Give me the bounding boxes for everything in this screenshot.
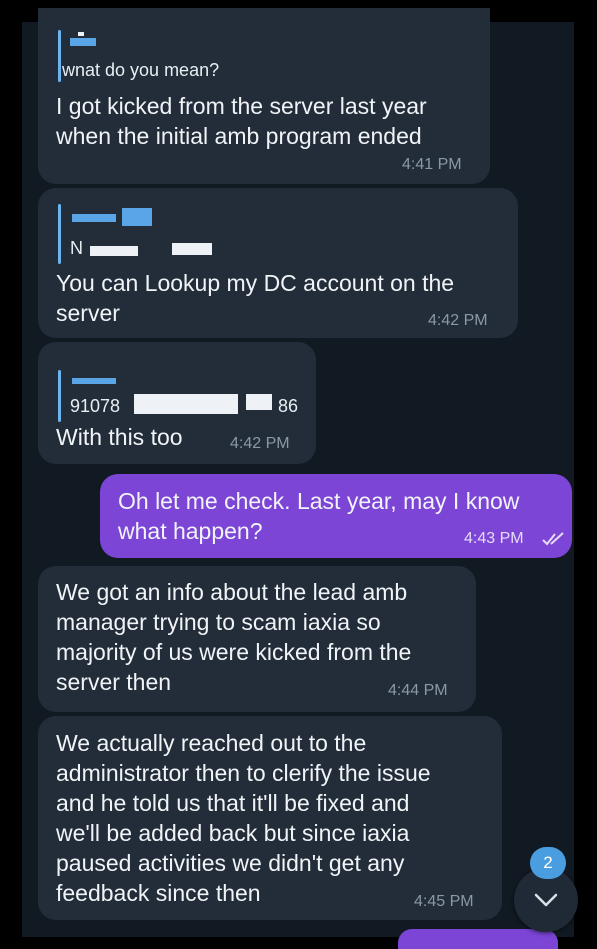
reply-quote-bar <box>58 370 61 422</box>
message-bubble-incoming[interactable]: N You can Lookup my DC account on the se… <box>38 188 518 338</box>
message-bubble-incoming[interactable]: We got an info about the lead amb manage… <box>38 566 476 712</box>
message-bubble-incoming[interactable]: We actually reached out to the administr… <box>38 716 502 920</box>
message-bubble-incoming[interactable]: wnat do you mean? I got kicked from the … <box>38 8 490 184</box>
message-time: 4:42 PM <box>428 312 488 329</box>
redacted-reply-author <box>78 32 84 36</box>
redacted-reply-text <box>134 394 238 414</box>
reply-preview-text: wnat do you mean? <box>62 60 220 80</box>
message-bubble-outgoing[interactable]: Oh let me check. Last year, may I know w… <box>100 474 572 558</box>
message-text: I got kicked from the server last year w… <box>56 93 427 149</box>
message-text: We got an info about the lead amb manage… <box>56 579 412 695</box>
message-time: 4:45 PM <box>414 893 474 910</box>
message-time: 4:44 PM <box>388 682 448 699</box>
redacted-reply-author <box>70 38 96 46</box>
redacted-reply-author <box>122 208 152 226</box>
redacted-reply-text <box>246 394 272 410</box>
screen-edge <box>574 0 597 937</box>
reply-quote-bar <box>58 204 61 264</box>
message-text: You can Lookup my DC account on the serv… <box>56 270 455 326</box>
redacted-reply-text <box>90 246 138 256</box>
reply-preview-text: N <box>70 238 83 258</box>
unread-count-badge: 2 <box>530 847 566 879</box>
message-bubble-incoming[interactable]: 91078 86 With this too 4:42 PM <box>38 342 316 464</box>
reply-preview-text: 86 <box>278 396 299 416</box>
message-time: 4:41 PM <box>402 156 462 173</box>
chevron-down-icon <box>534 893 558 907</box>
reply-quote-bar <box>58 30 61 82</box>
read-check-icon <box>542 532 564 546</box>
redacted-reply-author <box>72 214 116 222</box>
message-time: 4:43 PM <box>464 530 524 547</box>
reply-preview-text: 91078 <box>70 396 121 416</box>
message-text: We actually reached out to the administr… <box>56 730 431 906</box>
redacted-reply-text <box>172 243 212 255</box>
message-time: 4:42 PM <box>230 435 290 452</box>
message-text: With this too <box>56 424 183 450</box>
next-message-bubble <box>398 929 558 949</box>
redacted-reply-author <box>72 378 116 384</box>
message-text: Oh let me check. Last year, may I know w… <box>118 488 520 544</box>
